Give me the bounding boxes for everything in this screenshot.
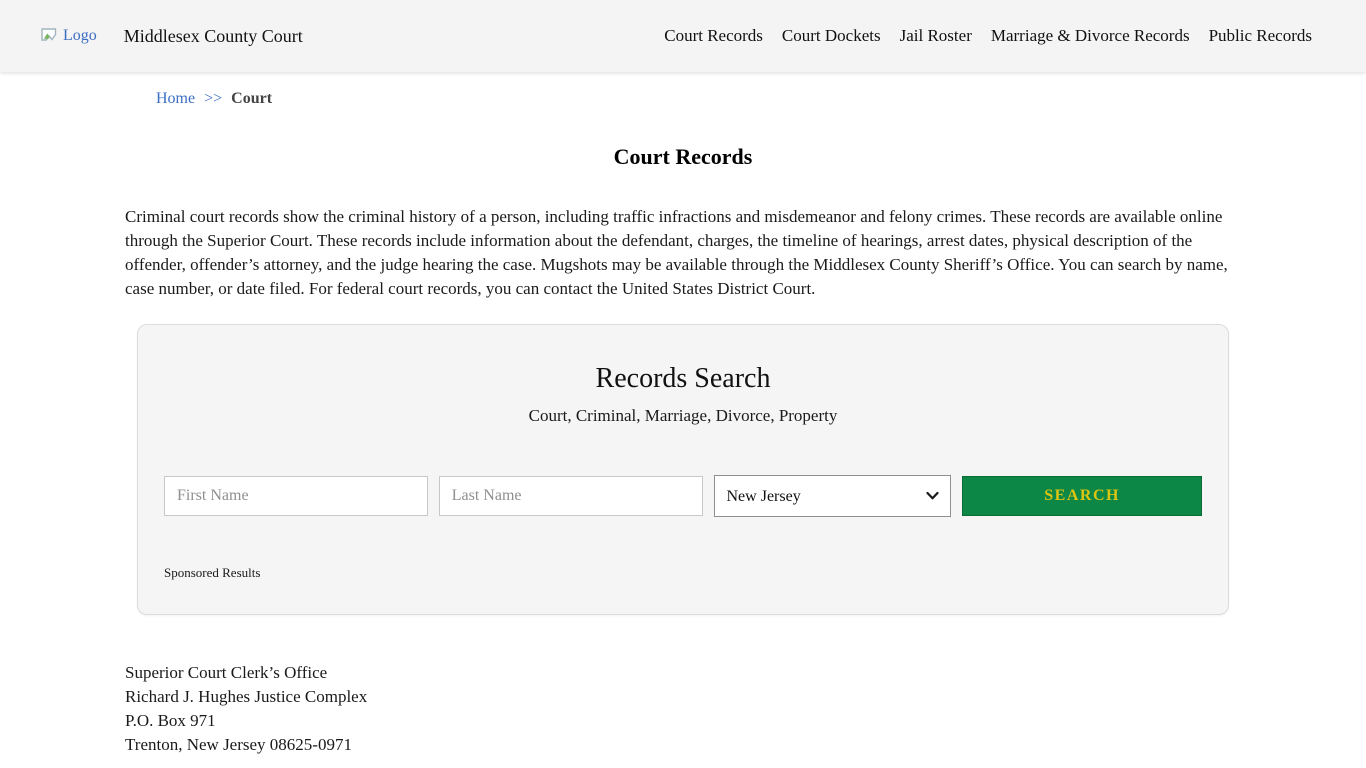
nav-court-dockets[interactable]: Court Dockets [782, 26, 881, 46]
last-name-input[interactable] [439, 476, 703, 516]
nav-jail-roster[interactable]: Jail Roster [900, 26, 972, 46]
main-nav: Court Records Court Dockets Jail Roster … [664, 26, 1312, 46]
breadcrumb-home-link[interactable]: Home [156, 90, 195, 107]
site-title: Middlesex County Court [124, 26, 303, 47]
state-select[interactable]: New Jersey [714, 475, 952, 517]
nav-public-records[interactable]: Public Records [1209, 26, 1312, 46]
address-line-pobox: P.O. Box 971 [125, 709, 1366, 733]
records-search-card: Records Search Court, Criminal, Marriage… [137, 324, 1229, 615]
breadcrumb-current: Court [231, 90, 272, 107]
intro-paragraph: Criminal court records show the criminal… [125, 205, 1229, 301]
footer-address: Superior Court Clerk’s Office Richard J.… [125, 661, 1366, 757]
search-button[interactable]: SEARCH [962, 476, 1202, 516]
brand: Logo Middlesex County Court [40, 26, 303, 47]
logo-alt-text: Logo [63, 27, 97, 45]
state-select-wrap: New Jersey [714, 475, 952, 517]
address-line-office: Superior Court Clerk’s Office [125, 661, 1366, 685]
breadcrumb: Home >> Court [156, 90, 1366, 108]
broken-image-icon [40, 27, 60, 46]
search-form-row: New Jersey SEARCH [164, 475, 1202, 517]
logo-link[interactable]: Logo [40, 27, 97, 46]
nav-marriage-divorce-records[interactable]: Marriage & Divorce Records [991, 26, 1190, 46]
breadcrumb-separator: >> [204, 90, 222, 107]
address-line-city: Trenton, New Jersey 08625-0971 [125, 733, 1366, 757]
first-name-input[interactable] [164, 476, 428, 516]
nav-court-records[interactable]: Court Records [664, 26, 763, 46]
header: Logo Middlesex County Court Court Record… [0, 0, 1366, 72]
records-search-title: Records Search [138, 363, 1228, 395]
sponsored-results-label: Sponsored Results [164, 565, 1228, 581]
address-line-complex: Richard J. Hughes Justice Complex [125, 685, 1366, 709]
records-search-subtitle: Court, Criminal, Marriage, Divorce, Prop… [138, 406, 1228, 426]
page-title: Court Records [0, 144, 1366, 170]
